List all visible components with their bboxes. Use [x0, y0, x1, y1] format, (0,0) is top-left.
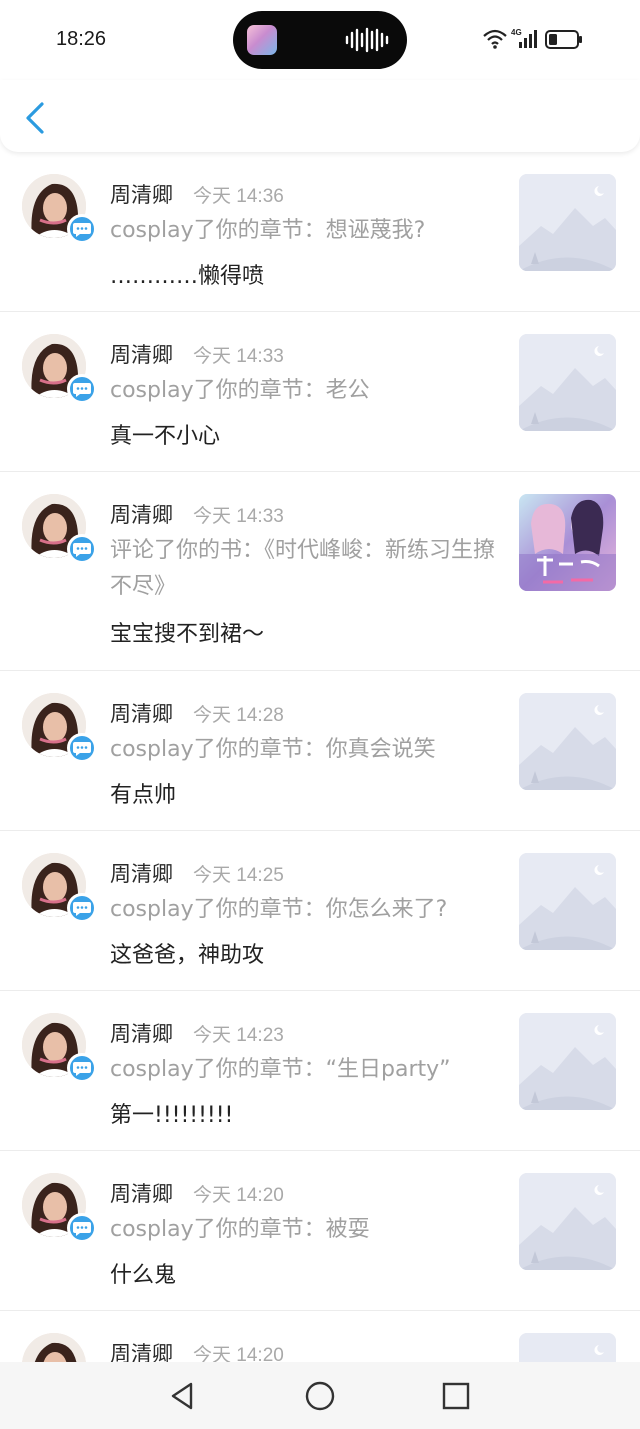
timestamp: 今天 14:20 — [193, 1345, 284, 1362]
notification-list: 周清卿 今天 14:36 cosplay了你的章节：想诬蔑我? …………懒得喷 — [0, 152, 640, 1362]
audio-wave-icon — [345, 27, 389, 53]
user-avatar[interactable] — [22, 1173, 97, 1245]
dynamic-island[interactable] — [233, 11, 407, 69]
user-avatar[interactable] — [22, 1333, 94, 1362]
chapter-thumbnail[interactable] — [519, 1013, 616, 1110]
notification-description: 评论了你的书：《时代峰峻：新练习生撩不尽》 — [110, 538, 496, 599]
reply-text: 第一!!!!!!!!! — [110, 1103, 234, 1128]
chapter-thumbnail[interactable] — [519, 853, 616, 950]
user-name[interactable]: 周清卿 — [110, 1018, 173, 1048]
status-bar: 18:26 4G — [0, 0, 640, 80]
reply-text: 什么鬼 — [110, 1263, 177, 1288]
chapter-thumbnail[interactable] — [519, 1333, 616, 1362]
book-cover-thumbnail[interactable] — [519, 494, 616, 591]
notification-item[interactable]: 周清卿 今天 14:33 cosplay了你的章节：老公 真一不小心 — [0, 312, 640, 472]
timestamp: 今天 14:25 — [193, 865, 284, 886]
reply-text: 这爸爸，神助攻 — [110, 943, 265, 968]
notification-item[interactable]: 周清卿 今天 14:23 cosplay了你的章节：“生日party” 第一!!… — [0, 991, 640, 1151]
battery-icon — [545, 30, 582, 49]
reply-text: …………懒得喷 — [110, 264, 265, 289]
notification-item[interactable]: 周清卿 今天 14:28 cosplay了你的章节：你真会说笑 有点帅 — [0, 671, 640, 831]
timestamp: 今天 14:23 — [193, 1025, 284, 1046]
notification-item[interactable]: 周清卿 今天 14:25 cosplay了你的章节：你怎么来了? 这爸爸，神助攻 — [0, 831, 640, 991]
user-name[interactable]: 周清卿 — [110, 1338, 173, 1362]
avatar-photo — [22, 1333, 86, 1362]
notification-item[interactable]: 周清卿 今天 14:20 cosplay了你的章节：被耍 什么鬼 — [0, 1151, 640, 1311]
user-name[interactable]: 周清卿 — [110, 858, 173, 888]
user-name[interactable]: 周清卿 — [110, 339, 173, 369]
music-app-icon — [247, 25, 277, 55]
top-header — [0, 80, 640, 152]
chapter-thumbnail[interactable] — [519, 174, 616, 271]
triangle-back-icon[interactable] — [167, 1380, 199, 1412]
user-name[interactable]: 周清卿 — [110, 499, 173, 529]
notification-description: cosplay了你的章节：你真会说笑 — [110, 737, 436, 762]
user-avatar[interactable] — [22, 334, 97, 406]
timestamp: 今天 14:33 — [193, 506, 284, 527]
user-name[interactable]: 周清卿 — [110, 698, 173, 728]
comment-badge-icon — [67, 534, 97, 564]
timestamp: 今天 14:36 — [193, 186, 284, 207]
reply-text: 有点帅 — [110, 783, 177, 808]
chevron-left-icon[interactable] — [18, 98, 54, 138]
status-time: 18:26 — [56, 28, 107, 50]
notification-description: cosplay了你的章节：“生日party” — [110, 1057, 451, 1082]
user-avatar[interactable] — [22, 853, 97, 925]
comment-badge-icon — [67, 374, 97, 404]
comment-badge-icon — [67, 214, 97, 244]
notification-description: cosplay了你的章节：想诬蔑我? — [110, 218, 426, 243]
notification-description: cosplay了你的章节：被耍 — [110, 1217, 370, 1242]
svg-text:4G: 4G — [511, 28, 522, 37]
notification-description: cosplay了你的章节：你怎么来了? — [110, 897, 448, 922]
square-recents-icon[interactable] — [440, 1380, 472, 1412]
system-status-icons: 4G — [483, 28, 582, 49]
notification-item[interactable]: 周清卿 今天 14:20 — [0, 1311, 640, 1362]
reply-text: 真一不小心 — [110, 424, 221, 449]
user-avatar[interactable] — [22, 693, 97, 765]
system-nav-bar — [0, 1362, 640, 1429]
comment-badge-icon — [67, 733, 97, 763]
wifi-icon — [483, 29, 507, 49]
user-avatar[interactable] — [22, 1013, 97, 1085]
circle-home-icon[interactable] — [304, 1380, 336, 1412]
chapter-thumbnail[interactable] — [519, 334, 616, 431]
signal-icon — [519, 30, 537, 48]
user-name[interactable]: 周清卿 — [110, 1178, 173, 1208]
notification-item[interactable]: 周清卿 今天 14:33 评论了你的书：《时代峰峻：新练习生撩不尽》 宝宝搜不到… — [0, 472, 640, 671]
user-avatar[interactable] — [22, 174, 97, 246]
user-name[interactable]: 周清卿 — [110, 179, 173, 209]
screen: 18:26 4G 周清卿 今天 14:36 cosplay了你的章节：想诬蔑我?… — [0, 0, 640, 1429]
timestamp: 今天 14:33 — [193, 346, 284, 367]
timestamp: 今天 14:28 — [193, 705, 284, 726]
user-avatar[interactable] — [22, 494, 97, 566]
chapter-thumbnail[interactable] — [519, 1173, 616, 1270]
chapter-thumbnail[interactable] — [519, 693, 616, 790]
comment-badge-icon — [67, 1213, 97, 1243]
timestamp: 今天 14:20 — [193, 1185, 284, 1206]
notification-description: cosplay了你的章节：老公 — [110, 378, 370, 403]
comment-badge-icon — [67, 1053, 97, 1083]
notification-item[interactable]: 周清卿 今天 14:36 cosplay了你的章节：想诬蔑我? …………懒得喷 — [0, 152, 640, 312]
comment-badge-icon — [67, 893, 97, 923]
reply-text: 宝宝搜不到裙～ — [110, 622, 265, 647]
